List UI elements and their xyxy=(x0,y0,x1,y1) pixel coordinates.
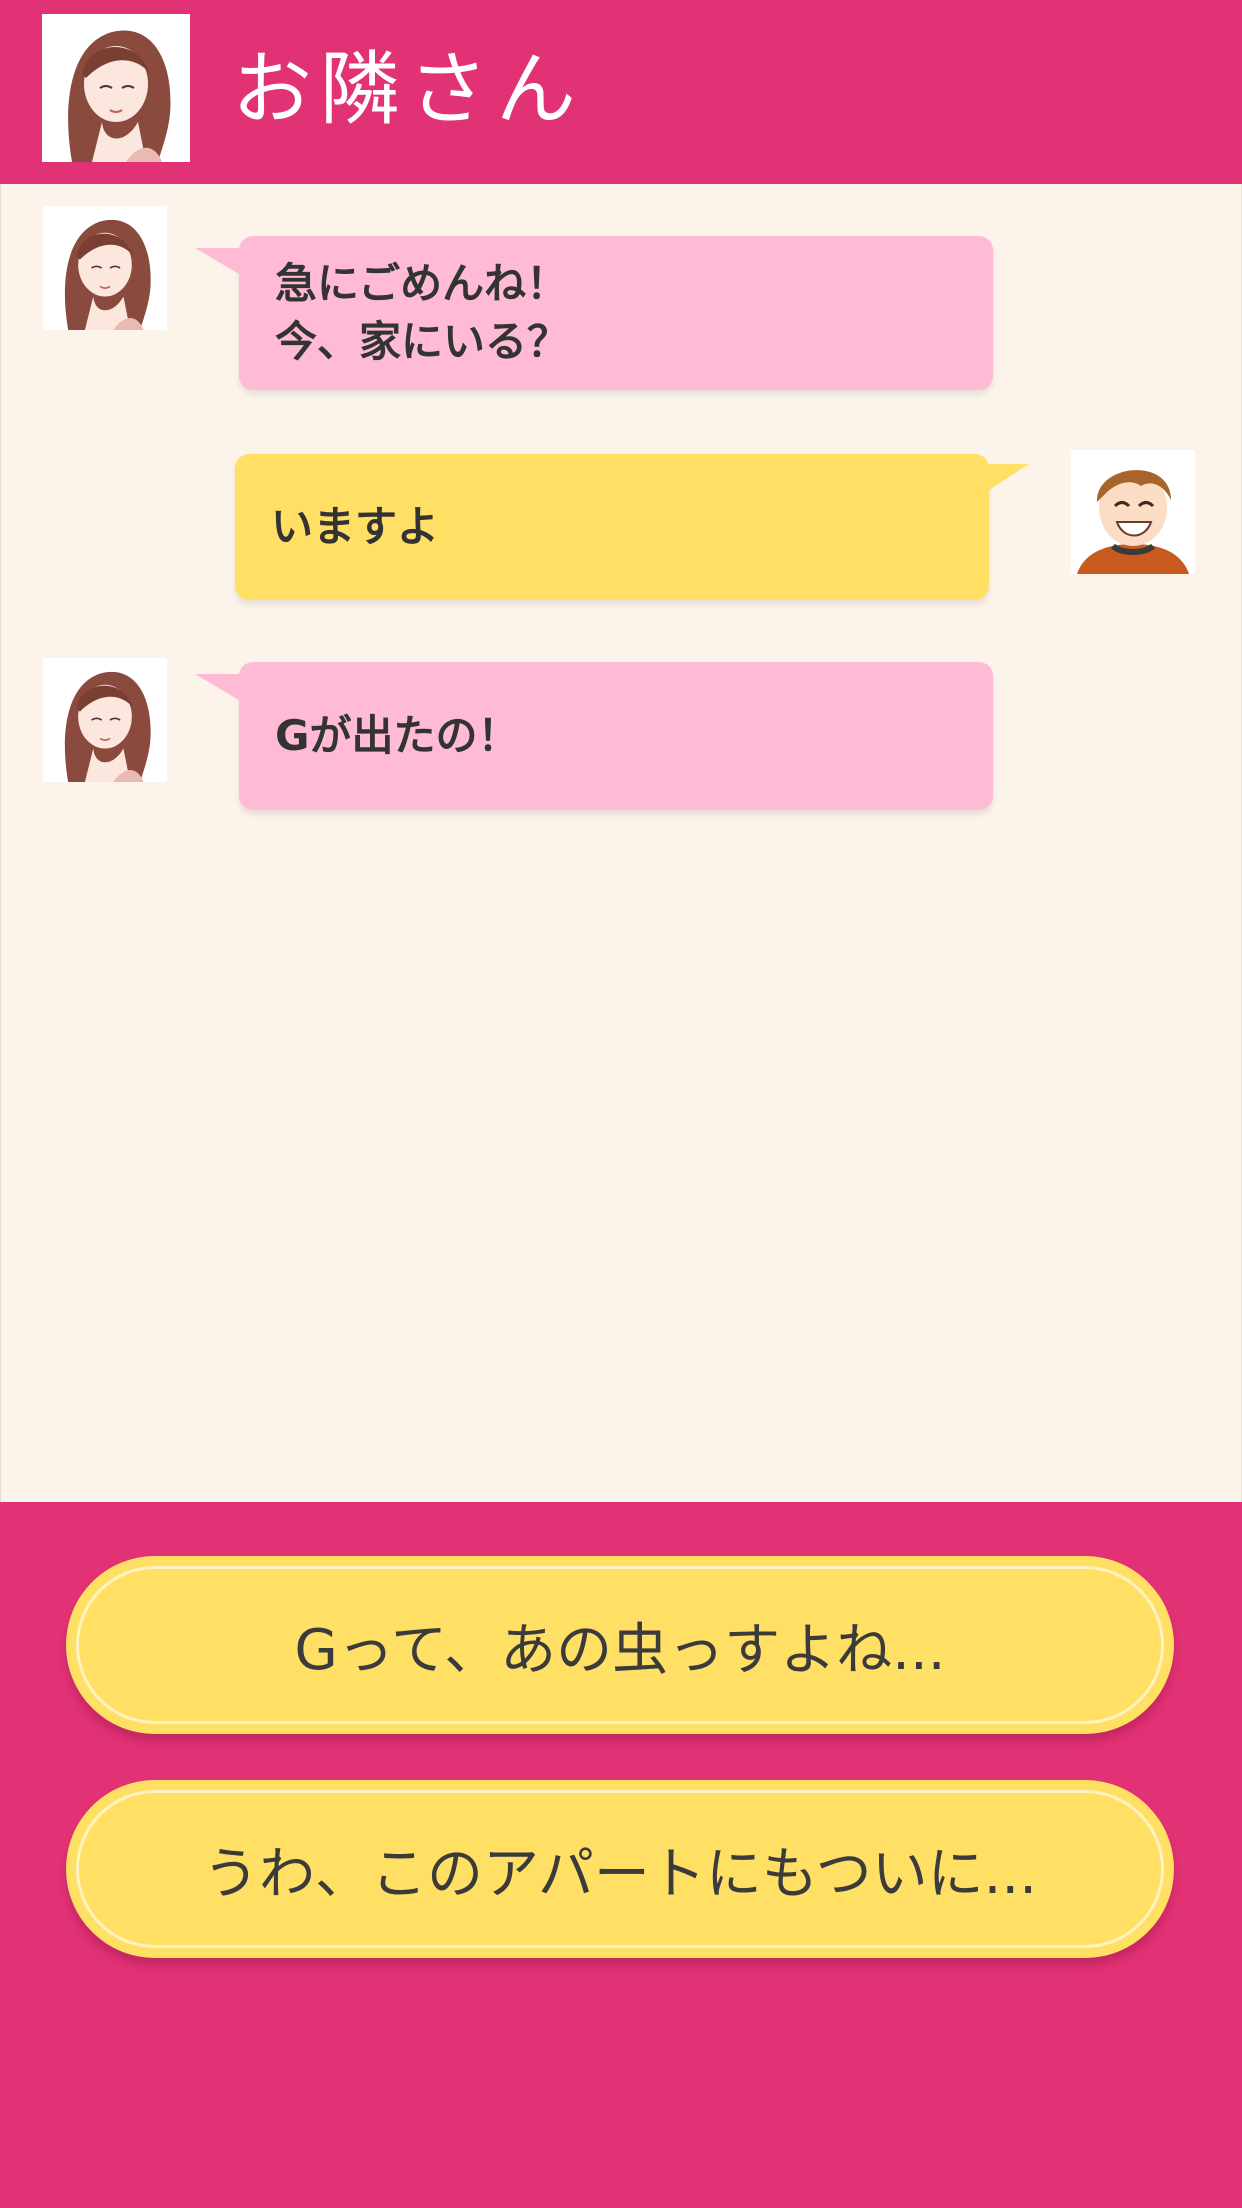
bubble-tail xyxy=(989,464,1029,490)
choice-label: Gって、あの虫っすよね... xyxy=(76,1566,1164,1724)
neighbor-avatar-icon[interactable] xyxy=(43,658,167,782)
chat-area: 急にごめんね！ 今、家にいる？ いますよ Gが出たの！ xyxy=(0,184,1242,1502)
choice-button-1[interactable]: Gって、あの虫っすよね... xyxy=(66,1556,1174,1734)
chat-header: お隣さん xyxy=(0,0,1242,184)
bubble-tail xyxy=(195,248,239,274)
message-bubble-outgoing: いますよ xyxy=(235,454,1029,600)
choice-button-2[interactable]: うわ、このアパートにもついに... xyxy=(66,1780,1174,1958)
neighbor-avatar-icon[interactable] xyxy=(42,14,190,162)
message-line: いますよ xyxy=(271,502,440,551)
message-bubble-incoming: Gが出たの！ xyxy=(195,662,993,810)
message-line: Gが出たの！ xyxy=(275,711,520,760)
message-line: 急にごめんね！ xyxy=(275,259,569,308)
message-line: 今、家にいる？ xyxy=(275,317,570,366)
page-title: お隣さん xyxy=(232,43,584,136)
bubble-tail xyxy=(195,674,239,700)
user-avatar-icon[interactable] xyxy=(1071,450,1195,574)
neighbor-avatar-icon[interactable] xyxy=(43,206,167,330)
message-bubble-incoming: 急にごめんね！ 今、家にいる？ xyxy=(195,236,993,390)
choice-label: うわ、このアパートにもついに... xyxy=(76,1790,1164,1948)
